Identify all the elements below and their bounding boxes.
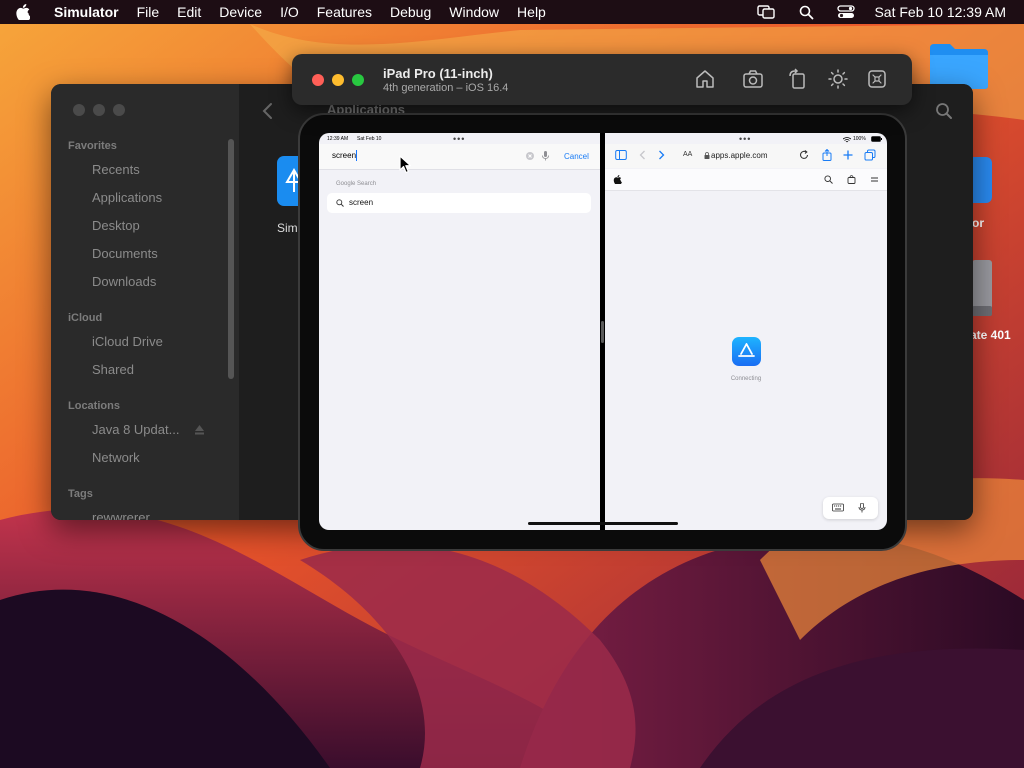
suggestions-header: Google Search — [336, 181, 377, 187]
microphone-icon[interactable] — [856, 503, 868, 513]
sidebar-section-favorites: Favorites — [68, 140, 117, 152]
battery-icon — [871, 136, 882, 142]
minimize-button[interactable] — [93, 104, 105, 116]
multitasking-dots-icon[interactable]: ••• — [739, 134, 751, 144]
search-icon — [336, 199, 344, 207]
search-icon[interactable] — [935, 102, 953, 120]
menu-clock[interactable]: Sat Feb 10 12:39 AM — [874, 4, 1006, 20]
reader-aa-button[interactable]: AA — [683, 151, 692, 158]
sidebar-item-documents[interactable]: Documents — [92, 246, 158, 261]
back-arrow-icon[interactable] — [637, 149, 649, 161]
left-app-pane: 12:39 AM Sat Feb 10 ••• screen Cancel Go… — [319, 133, 600, 530]
share-icon[interactable] — [821, 149, 833, 161]
eject-icon[interactable] — [195, 425, 204, 435]
desktop-icon-label: or — [972, 216, 984, 230]
sidebar-item-java-update[interactable]: Java 8 Updat... — [92, 422, 179, 437]
reload-icon[interactable] — [798, 149, 810, 161]
keyboard-icon[interactable] — [832, 503, 844, 513]
back-arrow-icon[interactable] — [261, 102, 275, 120]
safari-toolbar: AA apps.apple.com — [605, 144, 887, 168]
simulator-window-controls — [312, 74, 364, 86]
keyboard-accessory — [823, 497, 878, 519]
search-input[interactable]: screen — [332, 151, 356, 160]
sidebar-section-locations: Locations — [68, 400, 120, 412]
suggestion-row[interactable]: screen — [327, 193, 591, 213]
menu-features[interactable]: Features — [308, 4, 381, 20]
sidebar-toggle-icon[interactable] — [615, 149, 627, 161]
text-caret — [356, 150, 357, 161]
simulator-titlebar: iPad Pro (11-inch) 4th generation – iOS … — [292, 54, 912, 105]
bag-icon[interactable] — [847, 175, 856, 184]
zoom-button[interactable] — [113, 104, 125, 116]
sidebar-item-downloads[interactable]: Downloads — [92, 274, 156, 289]
cancel-button[interactable]: Cancel — [564, 152, 589, 161]
menu-device[interactable]: Device — [210, 4, 271, 20]
finder-sidebar: Favorites Recents Applications Desktop D… — [51, 84, 239, 520]
sidebar-item-tag[interactable]: rewwrerer — [92, 510, 150, 520]
search-icon[interactable] — [824, 175, 833, 184]
desktop-disk-label: ate 401 — [970, 328, 1011, 342]
status-time: 12:39 AM — [327, 136, 349, 142]
finder-window-controls — [73, 104, 125, 116]
tabs-overview-icon[interactable] — [864, 149, 876, 161]
menu-app-name[interactable]: Simulator — [54, 4, 128, 20]
clear-search-icon[interactable] — [526, 152, 534, 160]
app-store-icon — [732, 337, 761, 366]
home-icon[interactable] — [694, 68, 716, 90]
microphone-icon[interactable] — [542, 151, 549, 161]
menu-bar: Simulator File Edit Device I/O Features … — [0, 0, 1024, 24]
screenshot-icon[interactable] — [742, 68, 764, 90]
menu-edit[interactable]: Edit — [168, 4, 210, 20]
rotate-icon[interactable] — [787, 68, 809, 90]
control-center-icon[interactable] — [837, 4, 856, 20]
device-subtitle: 4th generation – iOS 16.4 — [383, 82, 509, 94]
address-bar[interactable]: apps.apple.com — [711, 151, 767, 160]
sidebar-section-tags: Tags — [68, 488, 93, 500]
search-icon[interactable] — [797, 4, 815, 20]
suggestion-text: screen — [349, 198, 374, 207]
close-button[interactable] — [73, 104, 85, 116]
zoom-button[interactable] — [352, 74, 364, 86]
brightness-icon[interactable] — [827, 68, 849, 90]
battery-percent: 100% — [853, 136, 866, 142]
keyboard-command-icon[interactable] — [866, 68, 888, 90]
right-app-pane: ••• 100% AA apps.apple.com Connecting — [605, 133, 887, 530]
apple-icon[interactable] — [16, 2, 36, 22]
sidebar-scrollbar[interactable] — [228, 139, 234, 379]
split-view-handle[interactable] — [601, 321, 604, 343]
simulator-app-label: Sim — [277, 221, 298, 235]
sidebar-item-network[interactable]: Network — [92, 450, 140, 465]
minimize-button[interactable] — [332, 74, 344, 86]
desktop-folder-icon[interactable] — [928, 40, 990, 90]
forward-arrow-icon[interactable] — [655, 149, 667, 161]
sidebar-section-icloud: iCloud — [68, 312, 103, 324]
ipad-screen: 12:39 AM Sat Feb 10 ••• screen Cancel Go… — [319, 133, 887, 530]
apple-site-nav — [605, 169, 887, 191]
lock-icon — [704, 152, 710, 159]
menu-file[interactable]: File — [128, 4, 169, 20]
sidebar-item-icloud-drive[interactable]: iCloud Drive — [92, 334, 163, 349]
menu-window[interactable]: Window — [440, 4, 508, 20]
sidebar-item-desktop[interactable]: Desktop — [92, 218, 140, 233]
apple-logo-icon[interactable] — [613, 175, 622, 184]
sidebar-item-recents[interactable]: Recents — [92, 162, 140, 177]
sidebar-item-applications[interactable]: Applications — [92, 190, 162, 205]
menu-debug[interactable]: Debug — [381, 4, 440, 20]
multitasking-dots-icon[interactable]: ••• — [453, 134, 465, 144]
status-date: Sat Feb 10 — [357, 136, 382, 142]
search-bar: screen Cancel — [319, 144, 600, 170]
mouse-cursor-icon — [399, 155, 412, 174]
home-indicator[interactable] — [528, 522, 678, 525]
menu-io[interactable]: I/O — [271, 4, 308, 20]
menu-help[interactable]: Help — [508, 4, 555, 20]
sidebar-item-shared[interactable]: Shared — [92, 362, 134, 377]
connecting-label: Connecting — [730, 376, 762, 382]
menu-icon[interactable] — [870, 175, 879, 184]
new-tab-icon[interactable] — [842, 149, 854, 161]
close-button[interactable] — [312, 74, 324, 86]
device-name: iPad Pro (11-inch) — [383, 66, 493, 81]
screen-mirroring-icon[interactable] — [757, 4, 776, 20]
wifi-icon — [843, 137, 851, 143]
